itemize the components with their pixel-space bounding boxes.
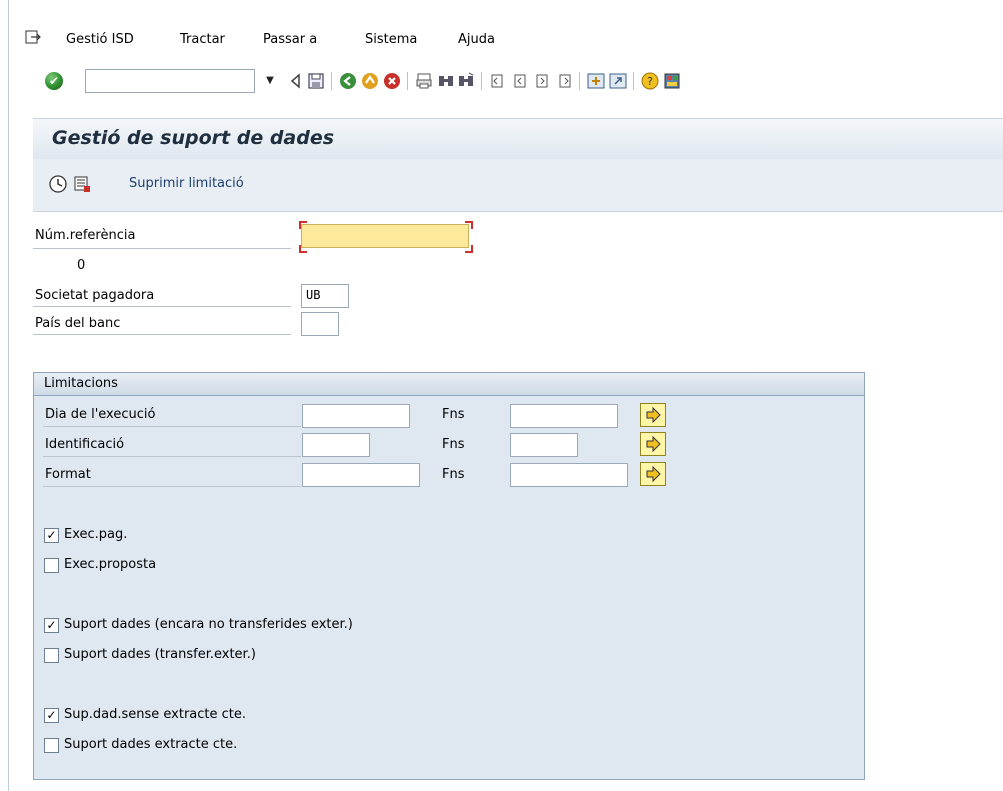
sap-window: Gestió ISD Tractar Passar a Sistema Ajud… bbox=[8, 0, 1003, 791]
exec-proposta-checkbox[interactable] bbox=[44, 558, 59, 573]
country-input[interactable] bbox=[301, 312, 339, 336]
menu-tractar[interactable]: Tractar bbox=[180, 32, 225, 47]
pending-media-label: Suport dades (encara no transferides ext… bbox=[64, 617, 353, 632]
statement-label: Suport dades extracte cte. bbox=[64, 737, 238, 752]
exec-pag-label: Exec.pag. bbox=[64, 527, 128, 542]
transferred-media-label: Suport dades (transfer.exter.) bbox=[64, 647, 256, 662]
exec-proposta-label: Exec.proposta bbox=[64, 557, 157, 572]
identification-to-label: Fns bbox=[442, 437, 465, 452]
company-label: Societat pagadora bbox=[35, 288, 155, 303]
enter-icon[interactable]: ✔ bbox=[45, 72, 63, 90]
arrow-right-icon bbox=[646, 435, 661, 453]
limits-group-title: Limitacions bbox=[44, 376, 118, 391]
company-input[interactable]: UB bbox=[301, 284, 349, 308]
country-label: País del banc bbox=[35, 316, 121, 331]
menu-bar: Gestió ISD Tractar Passar a Sistema Ajud… bbox=[9, 24, 1003, 54]
create-session-icon[interactable] bbox=[587, 72, 605, 90]
transferred-media-checkbox[interactable] bbox=[44, 648, 59, 663]
exec-date-multiple-selection-button[interactable] bbox=[640, 403, 666, 427]
find-next-icon[interactable] bbox=[457, 72, 475, 90]
menu-sistema[interactable]: Sistema bbox=[365, 32, 417, 47]
no-statement-label: Sup.dad.sense extracte cte. bbox=[64, 707, 247, 722]
menu-ajuda[interactable]: Ajuda bbox=[458, 32, 495, 47]
print-icon[interactable] bbox=[415, 72, 433, 90]
ref-input[interactable] bbox=[301, 224, 469, 248]
execute-icon[interactable] bbox=[49, 175, 67, 193]
shortcut-icon[interactable] bbox=[609, 72, 627, 90]
arrow-right-icon bbox=[646, 406, 661, 424]
limits-group-header: Limitacions bbox=[34, 373, 864, 396]
standard-toolbar: ✔ ▼ ? bbox=[9, 63, 1003, 103]
title-bar: Gestió de suport de dades bbox=[33, 118, 1003, 160]
first-page-icon[interactable] bbox=[489, 72, 507, 90]
previous-page-icon[interactable] bbox=[511, 72, 529, 90]
save-icon[interactable] bbox=[307, 72, 325, 90]
format-from-input[interactable] bbox=[302, 463, 420, 487]
ref-count: 0 bbox=[77, 258, 86, 273]
identification-from-input[interactable] bbox=[302, 433, 370, 457]
back-icon[interactable] bbox=[287, 72, 305, 90]
application-toolbar: Suprimir limitació bbox=[33, 159, 1003, 212]
arrow-right-icon bbox=[646, 465, 661, 483]
ref-label: Núm.referència bbox=[35, 228, 136, 243]
exec-pag-checkbox[interactable]: ✓ bbox=[44, 528, 59, 543]
format-to-input[interactable] bbox=[510, 463, 628, 487]
limits-group: Limitacions Dia de l'execució Fns Identi… bbox=[33, 372, 865, 780]
find-icon[interactable] bbox=[437, 72, 455, 90]
format-multiple-selection-button[interactable] bbox=[640, 462, 666, 486]
exec-date-label: Dia de l'execució bbox=[45, 407, 156, 422]
identification-to-input[interactable] bbox=[510, 433, 578, 457]
help-icon[interactable]: ? bbox=[641, 72, 659, 90]
exec-date-to-label: Fns bbox=[442, 407, 465, 422]
exec-date-from-input[interactable] bbox=[302, 404, 410, 428]
remove-limit-button[interactable]: Suprimir limitació bbox=[129, 176, 244, 191]
selection-variant-icon[interactable] bbox=[73, 175, 91, 193]
format-to-label: Fns bbox=[442, 467, 465, 482]
next-page-icon[interactable] bbox=[533, 72, 551, 90]
identification-label: Identificació bbox=[45, 437, 125, 452]
page-title: Gestió de suport de dades bbox=[52, 127, 335, 149]
last-page-icon[interactable] bbox=[555, 72, 573, 90]
menu-exit-icon[interactable] bbox=[25, 30, 41, 44]
layout-icon[interactable] bbox=[663, 72, 681, 90]
no-statement-checkbox[interactable]: ✓ bbox=[44, 708, 59, 723]
svg-text:?: ? bbox=[647, 75, 653, 88]
pending-media-checkbox[interactable]: ✓ bbox=[44, 618, 59, 633]
command-field[interactable] bbox=[85, 69, 255, 93]
format-label: Format bbox=[45, 467, 91, 482]
cancel-icon[interactable] bbox=[383, 72, 401, 90]
menu-passar-a[interactable]: Passar a bbox=[263, 32, 317, 47]
green-back-icon[interactable] bbox=[339, 72, 357, 90]
command-dropdown-icon[interactable]: ▼ bbox=[257, 69, 283, 93]
identification-multiple-selection-button[interactable] bbox=[640, 432, 666, 456]
statement-checkbox[interactable] bbox=[44, 738, 59, 753]
menu-gestio-isd[interactable]: Gestió ISD bbox=[66, 32, 134, 47]
exit-icon[interactable] bbox=[361, 72, 379, 90]
exec-date-to-input[interactable] bbox=[510, 404, 618, 428]
